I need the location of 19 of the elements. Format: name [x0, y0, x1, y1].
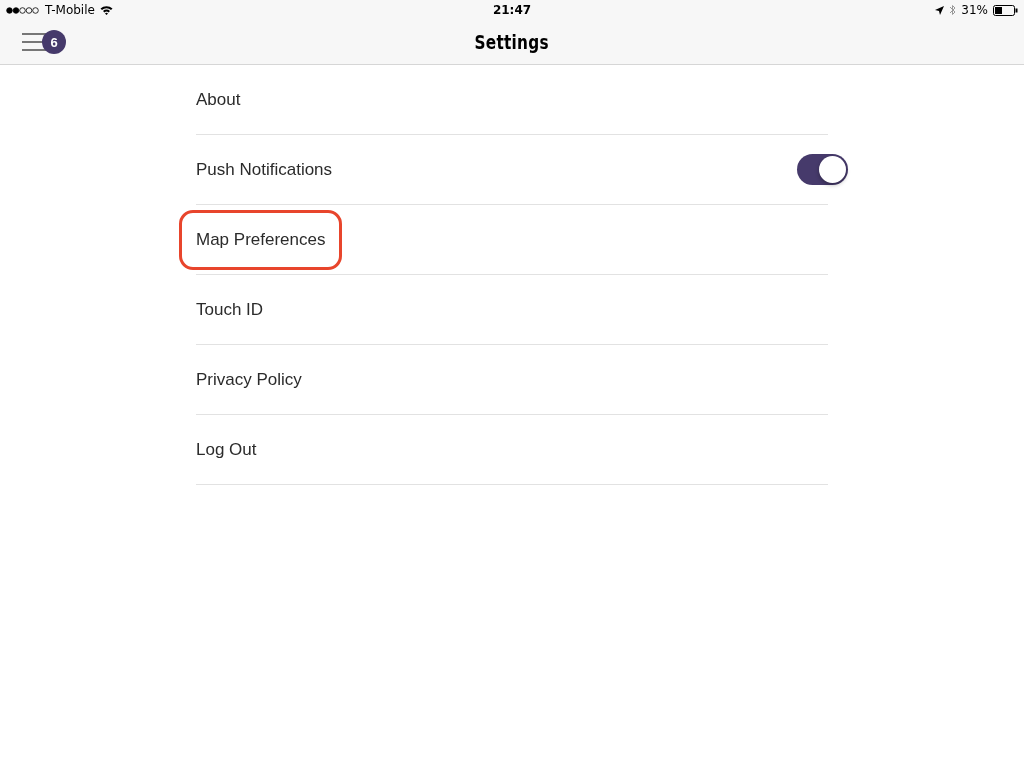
wifi-icon [99, 5, 113, 15]
settings-item[interactable]: Log Out [179, 419, 274, 480]
battery-percentage: 31% [961, 3, 988, 17]
settings-item[interactable]: Map Preferences [179, 209, 343, 270]
notification-badge: 6 [42, 30, 66, 54]
signal-icon [6, 6, 40, 14]
menu-icon [22, 32, 46, 52]
bluetooth-icon [949, 4, 957, 16]
toggle-switch[interactable] [797, 154, 848, 185]
page-title: Settings [474, 30, 550, 54]
clock-time: 21:47 [492, 3, 532, 17]
location-arrow-icon [935, 5, 945, 15]
carrier-name: T-Mobile [45, 3, 95, 17]
battery-icon [993, 4, 1018, 16]
settings-item[interactable]: Privacy Policy [179, 349, 319, 410]
settings-item[interactable]: Push Notifications [179, 139, 350, 200]
menu-button[interactable]: 6 [22, 28, 68, 56]
settings-item[interactable]: Touch ID [179, 279, 281, 340]
settings-item[interactable]: About [179, 69, 258, 130]
